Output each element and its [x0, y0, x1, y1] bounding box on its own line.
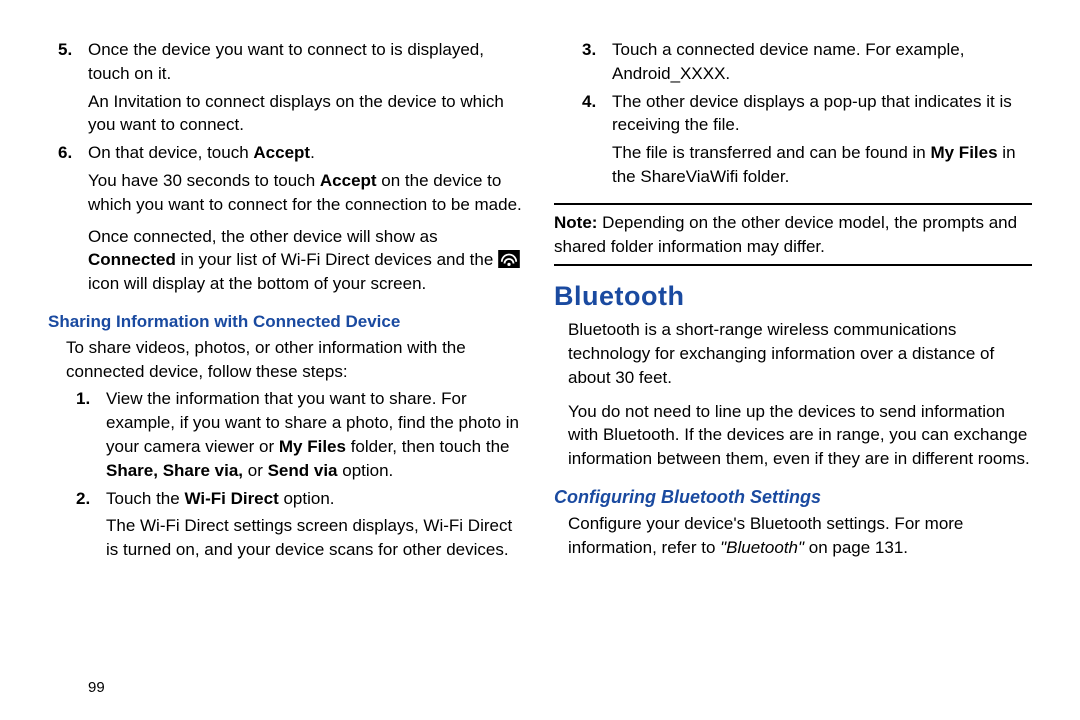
- intro-text: To share videos, photos, or other inform…: [66, 336, 526, 384]
- step-text: An Invitation to connect displays on the…: [88, 90, 526, 138]
- reference-italic: "Bluetooth": [720, 538, 804, 557]
- text: icon will display at the bottom of your …: [88, 274, 426, 293]
- text: option.: [338, 461, 394, 480]
- text: On that device, touch: [88, 143, 253, 162]
- text: in your list of Wi-Fi Direct devices and…: [176, 250, 498, 269]
- step-text: On that device, touch Accept.: [88, 141, 526, 165]
- text: Once connected, the other device will sh…: [88, 227, 438, 246]
- step-3: 3. Touch a connected device name. For ex…: [612, 38, 1032, 86]
- subheading-sharing-info: Sharing Information with Connected Devic…: [48, 310, 526, 334]
- step-1: 1. View the information that you want to…: [106, 387, 526, 482]
- step-text: Touch the Wi-Fi Direct option.: [106, 487, 526, 511]
- step-marker: 1.: [76, 387, 90, 411]
- step-text: Once the device you want to connect to i…: [88, 38, 526, 86]
- step-marker: 6.: [58, 141, 72, 165]
- text: .: [310, 143, 315, 162]
- bold-text: Accept: [320, 171, 377, 190]
- numbered-list-right: 3. Touch a connected device name. For ex…: [554, 38, 1032, 189]
- step-marker: 4.: [582, 90, 596, 114]
- text: You have 30 seconds to touch: [88, 171, 320, 190]
- text: or: [243, 461, 268, 480]
- text: on page 131.: [804, 538, 908, 557]
- manual-page: 5. Once the device you want to connect t…: [0, 0, 1080, 720]
- bold-text: Accept: [253, 143, 310, 162]
- section-heading-bluetooth: Bluetooth: [554, 278, 1032, 316]
- bold-text: My Files: [930, 143, 997, 162]
- text: The file is transferred and can be found…: [612, 143, 930, 162]
- bold-text: Connected: [88, 250, 176, 269]
- page-number: 99: [88, 677, 105, 698]
- subheading-config-bt: Configuring Bluetooth Settings: [554, 485, 1032, 510]
- right-column: 3. Touch a connected device name. For ex…: [554, 38, 1032, 570]
- step-4: 4. The other device displays a pop-up th…: [612, 90, 1032, 189]
- step-text: The Wi-Fi Direct settings screen display…: [106, 514, 526, 562]
- text: folder, then touch the: [346, 437, 510, 456]
- step-text: You have 30 seconds to touch Accept on t…: [88, 169, 526, 217]
- step-text: The other device displays a pop-up that …: [612, 90, 1032, 138]
- step-marker: 3.: [582, 38, 596, 62]
- note-label: Note:: [554, 213, 597, 232]
- step-marker: 2.: [76, 487, 90, 511]
- step-6: 6. On that device, touch Accept. You hav…: [88, 141, 526, 296]
- note-text: Note: Depending on the other device mode…: [554, 211, 1032, 259]
- step-text: The file is transferred and can be found…: [612, 141, 1032, 189]
- text: Depending on the other device model, the…: [554, 213, 1017, 256]
- bold-text: Wi-Fi Direct: [184, 489, 278, 508]
- bold-text: My Files: [279, 437, 346, 456]
- bold-text: Share, Share via,: [106, 461, 243, 480]
- note-box: Note: Depending on the other device mode…: [554, 203, 1032, 267]
- step-2: 2. Touch the Wi-Fi Direct option. The Wi…: [106, 487, 526, 562]
- text: option.: [279, 489, 335, 508]
- bold-text: Send via: [268, 461, 338, 480]
- numbered-list-sharing: 1. View the information that you want to…: [48, 387, 526, 562]
- numbered-list-left: 5. Once the device you want to connect t…: [48, 38, 526, 296]
- wifi-direct-icon: [498, 250, 520, 268]
- left-column: 5. Once the device you want to connect t…: [48, 38, 526, 570]
- step-marker: 5.: [58, 38, 72, 62]
- body-text: Bluetooth is a short-range wireless comm…: [568, 318, 1032, 389]
- body-text: You do not need to line up the devices t…: [568, 400, 1032, 471]
- body-text: Configure your device's Bluetooth settin…: [568, 512, 1032, 560]
- step-5: 5. Once the device you want to connect t…: [88, 38, 526, 137]
- step-text: Touch a connected device name. For examp…: [612, 38, 1032, 86]
- two-column-layout: 5. Once the device you want to connect t…: [0, 0, 1080, 570]
- step-text: Once connected, the other device will sh…: [88, 225, 526, 296]
- text: Touch the: [106, 489, 184, 508]
- step-text: View the information that you want to sh…: [106, 387, 526, 482]
